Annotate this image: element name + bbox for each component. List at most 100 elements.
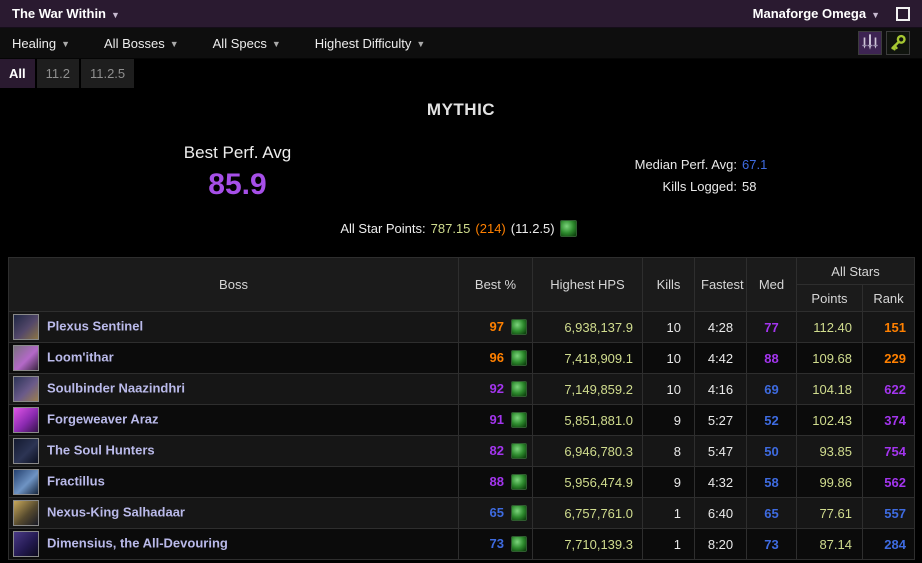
highest-hps-cell: 5,956,474.9	[533, 467, 643, 498]
median-percent-cell: 52	[747, 405, 797, 436]
best-percent-value[interactable]: 96	[490, 350, 504, 365]
table-row: Plexus Sentinel976,938,137.9104:2877112.…	[9, 312, 915, 343]
kills-cell: 1	[643, 529, 695, 560]
column-header-rank[interactable]: Rank	[863, 285, 915, 312]
median-percent-cell: 77	[747, 312, 797, 343]
column-header-best-percent[interactable]: Best %	[459, 258, 533, 312]
tab-11-2[interactable]: 11.2	[37, 59, 79, 88]
spec-icon	[511, 536, 527, 552]
boss-link[interactable]: Nexus-King Salhadaar	[47, 504, 185, 519]
allstar-rank-cell[interactable]: 557	[863, 498, 915, 529]
allstar-rank-cell[interactable]: 374	[863, 405, 915, 436]
fastest-cell: 4:42	[695, 343, 747, 374]
filter-bosses-label: All Bosses	[104, 36, 165, 51]
allstar-rank-cell[interactable]: 754	[863, 436, 915, 467]
best-percent-value[interactable]: 97	[490, 319, 504, 334]
best-percent-value[interactable]: 82	[490, 443, 504, 458]
boss-cell: Loom'ithar	[9, 343, 459, 374]
table-row: Nexus-King Salhadaar656,757,761.016:4065…	[9, 498, 915, 529]
allstar-rank-cell[interactable]: 622	[863, 374, 915, 405]
allstar-points-cell: 99.86	[797, 467, 863, 498]
boss-link[interactable]: Plexus Sentinel	[47, 318, 143, 333]
column-header-med[interactable]: Med	[747, 258, 797, 312]
filter-difficulty[interactable]: Highest Difficulty	[315, 36, 426, 51]
boss-link[interactable]: Dimensius, the All-Devouring	[47, 535, 228, 550]
boss-portrait-icon	[13, 469, 39, 495]
allstar-points-cell: 102.43	[797, 405, 863, 436]
column-header-highest-hps[interactable]: Highest HPS	[533, 258, 643, 312]
filter-difficulty-label: Highest Difficulty	[315, 36, 412, 51]
boss-cell: Dimensius, the All-Devouring	[9, 529, 459, 560]
boss-link[interactable]: The Soul Hunters	[47, 442, 155, 457]
best-percent-cell: 92	[459, 374, 533, 405]
spec-icon	[511, 474, 527, 490]
boss-link[interactable]: Loom'ithar	[47, 349, 114, 364]
column-header-points[interactable]: Points	[797, 285, 863, 312]
spec-icon	[511, 350, 527, 366]
filter-bar: Healing All Bosses All Specs Highest Dif…	[0, 28, 922, 59]
table-row: Dimensius, the All-Devouring 73 7,710,139.…	[9, 529, 915, 560]
key-icon[interactable]	[886, 31, 910, 55]
filter-bosses[interactable]: All Bosses	[104, 36, 179, 51]
chevron-down-icon	[272, 39, 281, 49]
filter-metric[interactable]: Healing	[12, 36, 70, 51]
summary-stats: Median Perf. Avg: 67.1 Kills Logged: 58	[560, 157, 790, 201]
chevron-down-icon	[416, 39, 425, 49]
boss-portrait-icon	[13, 438, 39, 464]
raid-swords-icon[interactable]	[858, 31, 882, 55]
boss-table-body: Plexus Sentinel976,938,137.9104:2877112.…	[9, 312, 915, 560]
allstar-points-value: 787.15	[431, 221, 471, 236]
best-percent-value[interactable]: 73	[490, 536, 504, 551]
tab-11-2-5[interactable]: 11.2.5	[81, 59, 134, 88]
highest-hps-cell: 6,946,780.3	[533, 436, 643, 467]
boss-link[interactable]: Fractillus	[47, 473, 105, 488]
difficulty-heading: MYTHIC	[0, 100, 922, 120]
median-percent-cell: 58	[747, 467, 797, 498]
rankings-table-wrap: Boss Best % Highest HPS Kills Fastest Me…	[8, 257, 914, 560]
allstar-rank-cell[interactable]: 229	[863, 343, 915, 374]
tab-all[interactable]: All	[0, 59, 35, 88]
top-bar: The War Within Manaforge Omega	[0, 0, 922, 28]
best-percent-cell: 96	[459, 343, 533, 374]
highest-hps-cell: 5,851,881.0	[533, 405, 643, 436]
boss-link[interactable]: Forgeweaver Araz	[47, 411, 159, 426]
chevron-down-icon	[61, 39, 70, 49]
boss-cell: Nexus-King Salhadaar	[9, 498, 459, 529]
best-percent-cell: 82	[459, 436, 533, 467]
boss-portrait-icon	[13, 345, 39, 371]
median-percent-cell: 73	[747, 529, 797, 560]
spec-icon	[511, 443, 527, 459]
spec-icon	[511, 412, 527, 428]
column-header-fastest[interactable]: Fastest	[695, 258, 747, 312]
best-percent-value[interactable]: 88	[490, 474, 504, 489]
boss-link[interactable]: Soulbinder Naazindhri	[47, 380, 185, 395]
fastest-cell: 4:16	[695, 374, 747, 405]
highest-hps-cell: 6,938,137.9	[533, 312, 643, 343]
boss-cell: Forgeweaver Araz	[9, 405, 459, 436]
allstar-rank-cell[interactable]: 151	[863, 312, 915, 343]
highest-hps-cell: 7,710,139.3	[533, 529, 643, 560]
allstar-rank-value[interactable]: (214)	[475, 221, 505, 236]
zone-dropdown[interactable]: Manaforge Omega	[753, 6, 880, 21]
allstar-rank-cell[interactable]: 562	[863, 467, 915, 498]
column-header-kills[interactable]: Kills	[643, 258, 695, 312]
fastest-cell: 4:32	[695, 467, 747, 498]
allstar-label: All Star Points:	[340, 221, 425, 236]
best-percent-value[interactable]: 65	[490, 505, 504, 520]
best-perf-label: Best Perf. Avg	[120, 143, 355, 163]
boss-portrait-icon	[13, 376, 39, 402]
filter-specs[interactable]: All Specs	[213, 36, 281, 51]
allstar-points-cell: 87.14	[797, 529, 863, 560]
window-icon[interactable]	[896, 7, 910, 21]
table-row: Loom'ithar967,418,909.1104:4288109.68229	[9, 343, 915, 374]
allstar-points-cell: 112.40	[797, 312, 863, 343]
chevron-down-icon	[111, 10, 120, 20]
best-percent-value[interactable]: 92	[490, 381, 504, 396]
allstar-rank-cell[interactable]: 284	[863, 529, 915, 560]
best-perf-value: 85.9	[120, 168, 355, 202]
column-header-boss[interactable]: Boss	[9, 258, 459, 312]
best-percent-value[interactable]: 91	[490, 412, 504, 427]
kills-cell: 9	[643, 405, 695, 436]
expansion-dropdown[interactable]: The War Within	[12, 6, 120, 21]
best-percent-cell: 65	[459, 498, 533, 529]
